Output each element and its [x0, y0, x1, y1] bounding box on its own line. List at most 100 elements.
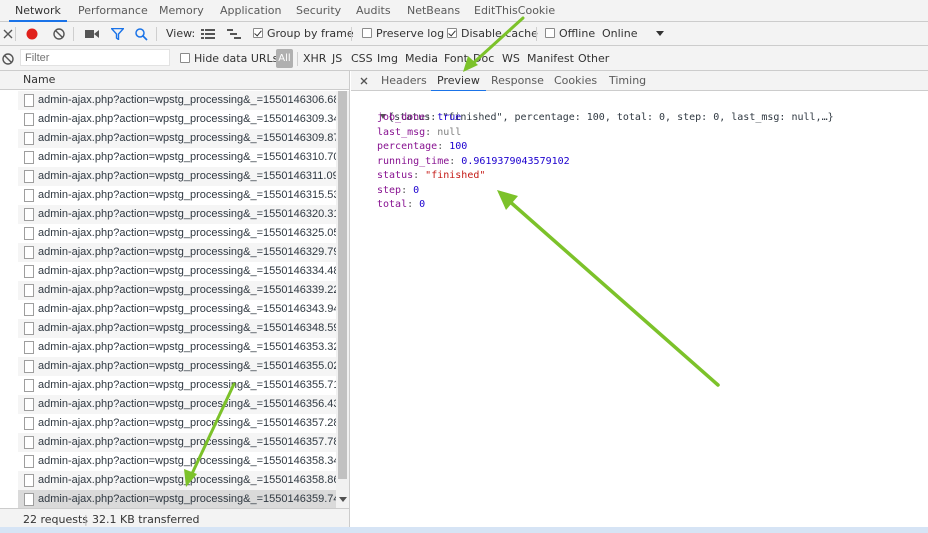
throttling-select[interactable]: Online: [602, 22, 637, 45]
request-row[interactable]: admin-ajax.php?action=wpstg_processing&_…: [18, 300, 336, 319]
filter-xhr[interactable]: XHR: [303, 46, 326, 71]
scroll-down-icon[interactable]: [339, 497, 347, 502]
filter-manifest[interactable]: Manifest: [527, 46, 574, 71]
request-name: admin-ajax.php?action=wpstg_processing&_…: [38, 151, 336, 163]
json-value: 0: [413, 184, 420, 196]
filter-css[interactable]: CSS: [351, 46, 373, 71]
request-name: admin-ajax.php?action=wpstg_processing&_…: [38, 265, 336, 277]
request-row[interactable]: admin-ajax.php?action=wpstg_processing&_…: [18, 490, 336, 508]
devtools-tab-strip: Network Performance Memory Application S…: [0, 0, 928, 22]
close-detail-icon[interactable]: [356, 73, 372, 89]
hide-data-urls-checkbox[interactable]: Hide data URLs: [180, 46, 278, 71]
filter-bar: Hide data URLs All XHR JS CSS Img Media …: [0, 46, 928, 71]
tab-headers[interactable]: Headers: [381, 71, 427, 91]
request-row[interactable]: admin-ajax.php?action=wpstg_processing&_…: [18, 338, 336, 357]
json-key: job_done: [377, 112, 426, 123]
filter-input[interactable]: [20, 49, 170, 66]
json-key: step: [377, 184, 402, 196]
request-list-scrollbar[interactable]: [336, 91, 349, 508]
toolbar-divider: [15, 27, 16, 41]
filter-other[interactable]: Other: [578, 46, 609, 71]
record-icon[interactable]: [24, 26, 40, 42]
filter-all-button[interactable]: All: [276, 49, 293, 68]
request-name: admin-ajax.php?action=wpstg_processing&_…: [38, 417, 336, 429]
json-field: total: 0: [377, 199, 426, 210]
checkbox-icon: [180, 53, 190, 63]
filter-media[interactable]: Media: [405, 46, 438, 71]
request-row[interactable]: admin-ajax.php?action=wpstg_processing&_…: [18, 186, 336, 205]
filter-font[interactable]: Font: [444, 46, 468, 71]
scrollbar-thumb[interactable]: [338, 91, 347, 479]
filter-js[interactable]: JS: [332, 46, 342, 71]
request-row[interactable]: admin-ajax.php?action=wpstg_processing&_…: [18, 433, 336, 452]
request-name: admin-ajax.php?action=wpstg_processing&_…: [38, 170, 336, 182]
request-name: admin-ajax.php?action=wpstg_processing&_…: [38, 227, 336, 239]
document-icon: [24, 379, 34, 392]
request-row[interactable]: admin-ajax.php?action=wpstg_processing&_…: [18, 452, 336, 471]
request-name: admin-ajax.php?action=wpstg_processing&_…: [38, 341, 336, 353]
document-icon: [24, 341, 34, 354]
disable-cache-checkbox[interactable]: Disable cache: [447, 22, 538, 45]
document-icon: [24, 493, 34, 506]
request-row[interactable]: admin-ajax.php?action=wpstg_processing&_…: [18, 243, 336, 262]
tab-memory[interactable]: Memory: [159, 0, 204, 21]
request-name: admin-ajax.php?action=wpstg_processing&_…: [38, 113, 336, 125]
tab-security[interactable]: Security: [296, 0, 341, 21]
filter-ws[interactable]: WS: [502, 46, 520, 71]
throttling-value: Online: [602, 27, 638, 40]
chevron-down-icon[interactable]: [652, 26, 668, 42]
search-icon[interactable]: [133, 26, 149, 42]
tab-timing[interactable]: Timing: [609, 71, 646, 91]
document-icon: [24, 436, 34, 449]
request-row[interactable]: admin-ajax.php?action=wpstg_processing&_…: [18, 91, 336, 110]
request-row[interactable]: admin-ajax.php?action=wpstg_processing&_…: [18, 129, 336, 148]
request-row[interactable]: admin-ajax.php?action=wpstg_processing&_…: [18, 167, 336, 186]
status-divider: |: [84, 513, 88, 526]
tab-netbeans[interactable]: NetBeans: [407, 0, 460, 21]
checkbox-icon: [362, 28, 372, 38]
tab-network[interactable]: Network: [9, 0, 67, 22]
document-icon: [24, 303, 34, 316]
request-row[interactable]: admin-ajax.php?action=wpstg_processing&_…: [18, 281, 336, 300]
tab-performance[interactable]: Performance: [78, 0, 148, 21]
block-icon[interactable]: [0, 51, 16, 67]
request-count: 22 requests: [23, 513, 89, 526]
request-row[interactable]: admin-ajax.php?action=wpstg_processing&_…: [18, 224, 336, 243]
tab-cookies[interactable]: Cookies: [554, 71, 597, 91]
filter-doc[interactable]: Doc: [473, 46, 494, 71]
large-rows-icon[interactable]: [200, 26, 216, 42]
request-row[interactable]: admin-ajax.php?action=wpstg_processing&_…: [18, 319, 336, 338]
request-row[interactable]: admin-ajax.php?action=wpstg_processing&_…: [18, 376, 336, 395]
preserve-log-checkbox[interactable]: Preserve log: [362, 22, 444, 45]
waterfall-icon[interactable]: [226, 26, 242, 42]
request-name: admin-ajax.php?action=wpstg_processing&_…: [38, 360, 336, 372]
request-row[interactable]: admin-ajax.php?action=wpstg_processing&_…: [18, 357, 336, 376]
clear-icon[interactable]: [51, 26, 67, 42]
request-row[interactable]: admin-ajax.php?action=wpstg_processing&_…: [18, 110, 336, 129]
checkbox-icon: [545, 28, 555, 38]
name-column-header[interactable]: Name: [0, 71, 349, 90]
json-field: last_msg: null: [377, 126, 462, 138]
request-row[interactable]: admin-ajax.php?action=wpstg_processing&_…: [18, 205, 336, 224]
offline-label: Offline: [559, 27, 596, 40]
document-icon: [24, 360, 34, 373]
tab-application[interactable]: Application: [220, 0, 281, 21]
tab-response[interactable]: Response: [491, 71, 544, 91]
filter-img[interactable]: Img: [377, 46, 398, 71]
request-row[interactable]: admin-ajax.php?action=wpstg_processing&_…: [18, 414, 336, 433]
tab-audits[interactable]: Audits: [356, 0, 391, 21]
request-row[interactable]: admin-ajax.php?action=wpstg_processing&_…: [18, 148, 336, 167]
request-row[interactable]: admin-ajax.php?action=wpstg_processing&_…: [18, 262, 336, 281]
filter-divider: [297, 52, 298, 66]
request-name: admin-ajax.php?action=wpstg_processing&_…: [38, 208, 336, 220]
camera-icon[interactable]: [84, 26, 100, 42]
tab-editthiscookie[interactable]: EditThisCookie: [474, 0, 555, 21]
close-icon[interactable]: [0, 26, 16, 42]
request-name: admin-ajax.php?action=wpstg_processing&_…: [38, 132, 336, 144]
group-by-frame-checkbox[interactable]: Group by frame: [253, 22, 354, 45]
request-row[interactable]: admin-ajax.php?action=wpstg_processing&_…: [18, 395, 336, 414]
tab-preview[interactable]: Preview: [431, 71, 486, 92]
request-row[interactable]: admin-ajax.php?action=wpstg_processing&_…: [18, 471, 336, 490]
offline-checkbox[interactable]: Offline: [545, 22, 595, 45]
filter-icon[interactable]: [109, 26, 125, 42]
